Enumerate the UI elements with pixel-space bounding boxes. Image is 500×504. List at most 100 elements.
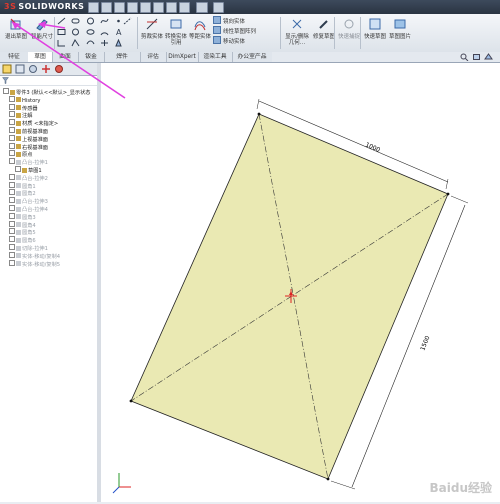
chamfer-icon[interactable] [71,39,80,47]
tree-item[interactable]: 前视基准面 [9,127,48,135]
tree-item[interactable]: 凸台-拉伸3 [9,197,48,205]
tree-item[interactable]: History [9,95,40,104]
tree-item[interactable]: 凸台-拉伸2 [9,173,48,182]
tree-item[interactable]: 原点 [9,150,32,158]
text-icon[interactable]: A [114,28,123,36]
point-icon[interactable] [114,17,123,25]
open-icon[interactable] [101,2,112,13]
expand-icon[interactable] [9,119,15,126]
expand-icon[interactable] [9,205,15,211]
tree-item[interactable]: 圆角3 [9,212,36,221]
expand-icon[interactable] [9,127,15,133]
smart-dimension-button[interactable]: 智能尺寸 [29,16,55,50]
dimension-top-label[interactable]: 1000 [364,141,381,153]
tab-features[interactable]: 特征 [0,52,29,62]
tree-item[interactable]: 圆角6 [9,236,36,244]
display-style-icon[interactable] [484,53,493,61]
tab-surfaces[interactable]: 曲面 [52,52,79,62]
centerline-icon[interactable] [123,17,132,25]
expand-icon[interactable] [9,181,15,188]
expand-icon[interactable] [9,236,15,243]
tree-item[interactable]: 零件3 (默认<<默认>_显示状态 [3,88,90,96]
dimension-right-label[interactable]: 1500 [419,335,431,352]
tree-item[interactable]: 凸台-拉伸4 [9,205,48,213]
slot-icon[interactable] [71,17,80,25]
fillet-sketch-icon[interactable] [57,39,66,47]
sketch-point[interactable] [446,192,450,196]
expand-icon[interactable] [9,259,15,266]
ellipse-icon[interactable] [86,28,95,36]
tree-item[interactable]: 材质 <未指定> [9,119,58,127]
expand-icon[interactable] [9,95,15,102]
tree-item[interactable]: 凸台-拉伸1 [9,158,48,166]
sketch-picture-button[interactable]: 草图图片 [387,16,413,50]
expand-icon[interactable] [9,228,15,235]
spline-tools-icon[interactable] [100,39,109,47]
quick-snaps-button[interactable]: 快速捕捉 [336,16,362,50]
sketch-point[interactable] [129,399,133,403]
plane-icon[interactable] [114,39,123,47]
expand-icon[interactable] [9,189,15,196]
trim-button[interactable]: 剪裁实体 [139,16,165,50]
tangent-arc-icon[interactable] [86,39,95,47]
tree-item[interactable]: 草图1 [15,166,42,174]
new-icon[interactable] [88,2,99,13]
zoom-icon[interactable] [460,53,469,61]
convert-entities-button[interactable]: 转换实体引用 [163,16,189,50]
offset-entities-button[interactable]: 等距实体 [187,16,213,50]
tab-sketch[interactable]: 草图 [28,52,53,62]
expand-icon[interactable] [9,220,15,227]
tree-item[interactable]: 圆角5 [9,228,36,236]
sketch-point[interactable] [257,112,261,116]
tab-sheet-metal[interactable]: 钣金 [78,52,105,62]
save-icon[interactable] [114,2,125,13]
view-orientation-icon[interactable] [472,53,481,61]
expand-icon[interactable] [9,111,15,118]
tree-item[interactable]: 实体-移动/复制4 [9,251,60,260]
tree-item[interactable]: 圆角1 [9,181,36,190]
tab-office-products[interactable]: 办公室产品 [232,52,273,62]
display-relations-button[interactable]: 显示/删除几何… [283,16,311,50]
tab-evaluate[interactable]: 评估 [140,52,167,62]
expand-icon[interactable] [9,251,15,258]
mirror-entities-button[interactable]: 镜向实体 [213,16,245,26]
select-icon[interactable] [153,2,164,13]
tab-dimxpert[interactable]: DimXpert [166,52,199,62]
line-icon[interactable] [57,17,66,25]
tree-item[interactable]: 实体-移动/复制5 [9,259,60,268]
sketch-canvas[interactable]: 1000 1500 [101,63,500,502]
display-manager-tab-icon[interactable] [54,64,64,74]
expand-icon[interactable] [15,166,21,172]
expand-icon[interactable] [9,212,15,219]
exit-sketch-button[interactable]: 退出草图 [3,16,29,50]
tree-item[interactable]: 圆角4 [9,220,36,229]
expand-icon[interactable] [9,150,15,157]
tree-item[interactable]: 切除-拉伸1 [9,244,48,252]
options-icon[interactable] [179,2,190,13]
undo-icon[interactable] [140,2,151,13]
expand-icon[interactable] [9,173,15,180]
expand-icon[interactable] [3,88,9,94]
rapid-sketch-button[interactable]: 快速草图 [362,16,388,50]
linear-pattern-button[interactable]: 线性草图阵列 [213,26,256,36]
expand-icon[interactable] [9,142,15,149]
expand-icon[interactable] [9,103,15,110]
tab-weldments[interactable]: 焊件 [104,52,141,62]
arc-icon[interactable] [100,28,109,36]
print-icon[interactable] [127,2,138,13]
tree-item[interactable]: 圆角2 [9,189,36,197]
expand-icon[interactable] [9,158,15,165]
expand-icon[interactable] [9,134,15,141]
feature-manager-tab-icon[interactable] [2,64,12,74]
graphics-area[interactable]: 1000 1500 Baidu经验 [101,63,500,502]
configuration-tab-icon[interactable] [28,64,38,74]
tree-item[interactable]: 右视基准面 [9,142,48,151]
polygon-icon[interactable] [86,17,95,25]
property-manager-tab-icon[interactable] [15,64,25,74]
dimxpert-tab-icon[interactable] [41,64,51,74]
filter-icon[interactable] [2,77,9,84]
tree-item[interactable]: 传感器 [9,103,38,112]
move-entities-button[interactable]: 移动实体 [213,36,245,46]
circle-icon[interactable] [71,28,80,36]
tab-render-tools[interactable]: 渲染工具 [198,52,233,62]
